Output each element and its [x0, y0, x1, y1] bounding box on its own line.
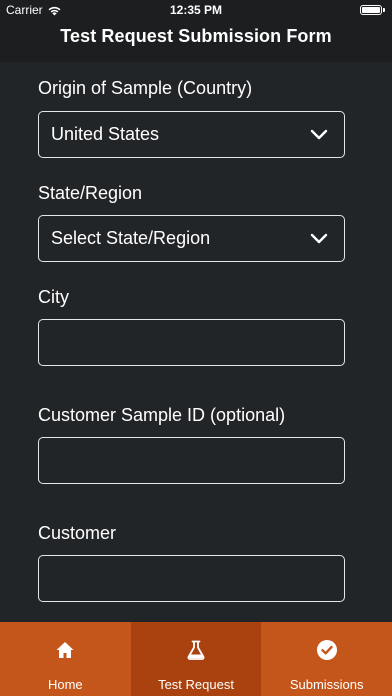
customer-input[interactable]: [39, 556, 344, 601]
check-circle-icon: [316, 640, 337, 660]
origin-country-value: United States: [51, 124, 160, 144]
home-icon: [56, 642, 74, 658]
battery-icon: [360, 5, 385, 15]
chevron-down-icon: [310, 233, 328, 244]
tab-submissions[interactable]: Submissions: [261, 622, 392, 696]
nav-bar: Test Request Submission Form: [0, 20, 392, 62]
origin-country-label: Origin of Sample (Country): [38, 78, 253, 98]
tab-test-request[interactable]: Test Request: [130, 622, 262, 696]
flask-icon: [187, 640, 205, 660]
tab-home-label: Home: [47, 677, 83, 692]
page-title: Test Request Submission Form: [60, 26, 332, 46]
origin-country-select[interactable]: United States: [38, 111, 345, 158]
tab-home[interactable]: Home: [0, 622, 131, 696]
city-label: City: [38, 287, 69, 307]
state-region-value: Select State/Region: [51, 228, 211, 248]
customer-label: Customer: [38, 523, 117, 543]
tab-submissions-label: Submissions: [289, 677, 364, 692]
state-region-select[interactable]: Select State/Region: [38, 215, 345, 262]
customer-sample-id-input[interactable]: [39, 438, 344, 483]
tab-test-request-label: Test Request: [158, 677, 234, 692]
customer-field-box: [38, 555, 345, 602]
chevron-down-icon: [310, 129, 328, 140]
city-input[interactable]: [39, 320, 344, 365]
city-field-box: [38, 319, 345, 366]
customer-sample-id-field-box: [38, 437, 345, 484]
status-bar: Carrier 12:35 PM: [0, 0, 392, 20]
tab-bar: Home Test Request Submissions: [0, 622, 392, 696]
state-region-label: State/Region: [38, 183, 143, 203]
customer-sample-id-label: Customer Sample ID (optional): [38, 405, 286, 425]
status-time: 12:35 PM: [169, 3, 223, 17]
